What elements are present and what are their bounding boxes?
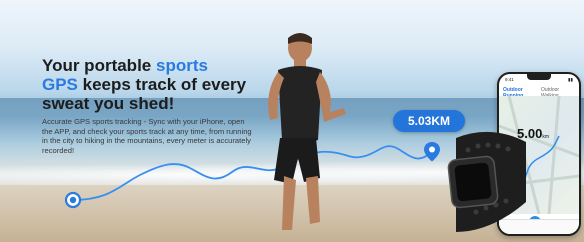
description-text: Accurate GPS sports tracking - Sync with… [42,117,252,155]
product-banner: Your portable sports GPS keeps track of e… [0,0,584,242]
fitness-band [447,131,526,232]
battery-icon: ▮▮ [568,77,573,82]
location-pin-icon [424,142,440,162]
phone-time: 9:41 [505,77,514,82]
runner-figure [268,33,346,230]
phone-notch [527,74,551,80]
